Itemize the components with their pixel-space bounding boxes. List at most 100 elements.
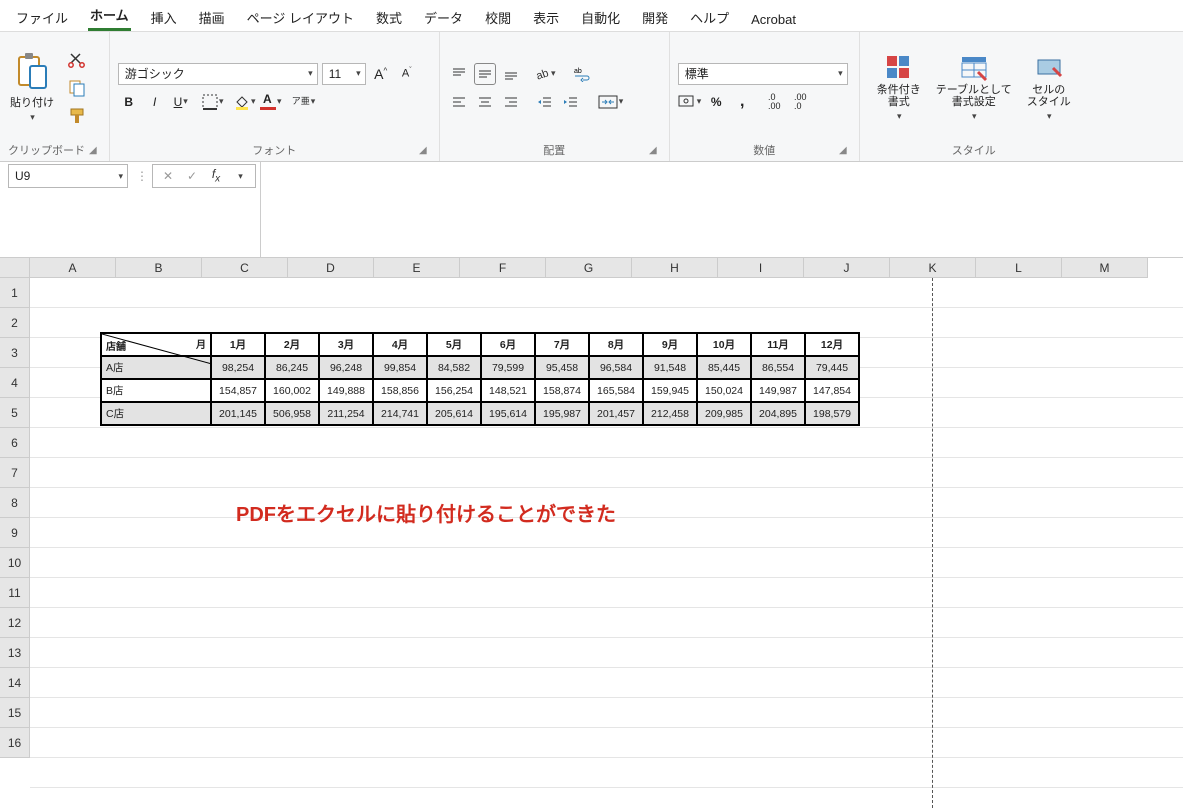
data-cell: 198,579	[805, 402, 859, 425]
comma-button[interactable]: ,	[731, 91, 753, 113]
dialog-launcher-icon[interactable]: ◢	[645, 145, 661, 156]
cell-grid[interactable]: 月 店舗 1月 2月 3月 4月 5月 6月 7月 8月 9月 10月 11月 …	[30, 278, 1183, 808]
tab-help[interactable]: ヘルプ	[688, 4, 731, 31]
align-middle-button[interactable]	[474, 63, 496, 85]
row-header[interactable]: 13	[0, 638, 30, 668]
chevron-down-icon: ▾	[897, 111, 902, 121]
tab-data[interactable]: データ	[422, 4, 465, 31]
cell-styles-button[interactable]: セルの スタイル ▾	[1018, 43, 1080, 133]
col-header[interactable]: L	[976, 258, 1062, 278]
data-cell: 98,254	[211, 356, 265, 379]
chevron-down-icon: ▾	[311, 96, 316, 107]
col-header[interactable]: D	[288, 258, 374, 278]
percent-icon: %	[711, 95, 722, 109]
number-format-select[interactable]: 標準 ▾	[678, 63, 848, 85]
row-header[interactable]: 9	[0, 518, 30, 548]
font-size-select[interactable]: 11 ▾	[322, 63, 366, 85]
conditional-format-button[interactable]: 条件付き 書式 ▾	[868, 43, 930, 133]
clipboard-icon	[15, 52, 49, 92]
align-top-button[interactable]	[448, 63, 470, 85]
copy-button[interactable]	[66, 77, 88, 99]
borders-button[interactable]: ▾	[202, 91, 224, 113]
row-header[interactable]: 1	[0, 278, 30, 308]
tab-acrobat[interactable]: Acrobat	[749, 8, 798, 31]
col-header[interactable]: F	[460, 258, 546, 278]
formula-bar-expand[interactable]: ▾	[229, 165, 251, 187]
format-as-table-button[interactable]: テーブルとして 書式設定 ▾	[936, 43, 1012, 133]
align-center-button[interactable]	[474, 91, 496, 113]
font-color-button[interactable]: A ▾	[260, 91, 282, 113]
row-header[interactable]: 4	[0, 368, 30, 398]
insert-function-button[interactable]: fx	[205, 165, 227, 187]
tab-automate[interactable]: 自動化	[579, 4, 622, 31]
cancel-formula-button[interactable]: ✕	[157, 165, 179, 187]
merge-center-button[interactable]: ▾	[598, 91, 624, 113]
align-left-button[interactable]	[448, 91, 470, 113]
format-painter-button[interactable]	[66, 105, 88, 127]
tab-developer[interactable]: 開発	[640, 4, 670, 31]
italic-button[interactable]: I	[144, 91, 166, 113]
row-header[interactable]: 11	[0, 578, 30, 608]
group-number: 標準 ▾ ▾ % , .0.00 .00.0	[670, 32, 860, 161]
decrease-font-button[interactable]: Aˇ	[396, 63, 418, 85]
row-header[interactable]: 12	[0, 608, 30, 638]
col-header[interactable]: E	[374, 258, 460, 278]
tab-file[interactable]: ファイル	[14, 4, 70, 31]
accounting-format-button[interactable]: ▾	[678, 91, 702, 113]
increase-indent-button[interactable]	[560, 91, 582, 113]
row-header[interactable]: 16	[0, 728, 30, 758]
tab-insert[interactable]: 挿入	[149, 4, 179, 31]
tab-home[interactable]: ホーム	[88, 1, 131, 31]
decrease-indent-button[interactable]	[534, 91, 556, 113]
increase-decimal-button[interactable]: .0.00	[763, 91, 785, 113]
group-label: 数値	[753, 142, 775, 158]
row-header[interactable]: 15	[0, 698, 30, 728]
align-right-button[interactable]	[500, 91, 522, 113]
wrap-text-button[interactable]: ab	[572, 63, 594, 85]
bold-button[interactable]: B	[118, 91, 140, 113]
percent-button[interactable]: %	[705, 91, 727, 113]
enter-formula-button[interactable]: ✓	[181, 165, 203, 187]
select-all-corner[interactable]	[0, 258, 30, 278]
tab-view[interactable]: 表示	[531, 4, 561, 31]
col-header[interactable]: J	[804, 258, 890, 278]
row-header[interactable]: 7	[0, 458, 30, 488]
tab-pagelayout[interactable]: ページ レイアウト	[245, 4, 356, 31]
tab-review[interactable]: 校閲	[483, 4, 513, 31]
name-box[interactable]: U9 ▾	[8, 164, 128, 188]
underline-button[interactable]: U▾	[170, 91, 192, 113]
row-header[interactable]: 8	[0, 488, 30, 518]
col-header[interactable]: M	[1062, 258, 1148, 278]
row-header[interactable]: 10	[0, 548, 30, 578]
row-header[interactable]: 14	[0, 668, 30, 698]
dialog-launcher-icon[interactable]: ◢	[835, 145, 851, 156]
formula-bar[interactable]	[260, 162, 1183, 257]
col-header[interactable]: G	[546, 258, 632, 278]
fill-color-button[interactable]: ▾	[234, 91, 256, 113]
tab-draw[interactable]: 描画	[197, 4, 227, 31]
paste-button[interactable]: 貼り付け ▾	[8, 52, 56, 123]
orientation-button[interactable]: ab ▾	[534, 63, 556, 85]
align-bottom-button[interactable]	[500, 63, 522, 85]
tab-formulas[interactable]: 数式	[374, 4, 404, 31]
row-header[interactable]: 5	[0, 398, 30, 428]
decrease-decimal-button[interactable]: .00.0	[789, 91, 811, 113]
row-header[interactable]: 6	[0, 428, 30, 458]
row-header[interactable]: 3	[0, 338, 30, 368]
col-header[interactable]: B	[116, 258, 202, 278]
col-header[interactable]: A	[30, 258, 116, 278]
dialog-launcher-icon[interactable]: ◢	[85, 145, 101, 156]
ribbon: 貼り付け ▾ クリップボード ◢	[0, 32, 1183, 162]
phonetic-button[interactable]: ア亜 ▾	[292, 91, 316, 113]
dialog-launcher-icon[interactable]: ◢	[415, 145, 431, 156]
increase-font-button[interactable]: A^	[370, 63, 392, 85]
paintbrush-icon	[68, 107, 86, 125]
col-header[interactable]: H	[632, 258, 718, 278]
col-header[interactable]: K	[890, 258, 976, 278]
cut-button[interactable]	[66, 49, 88, 71]
col-header[interactable]: C	[202, 258, 288, 278]
col-header[interactable]: I	[718, 258, 804, 278]
font-name-select[interactable]: 游ゴシック ▾	[118, 63, 318, 85]
row-header[interactable]: 2	[0, 308, 30, 338]
wrap-text-icon: ab	[573, 66, 593, 82]
